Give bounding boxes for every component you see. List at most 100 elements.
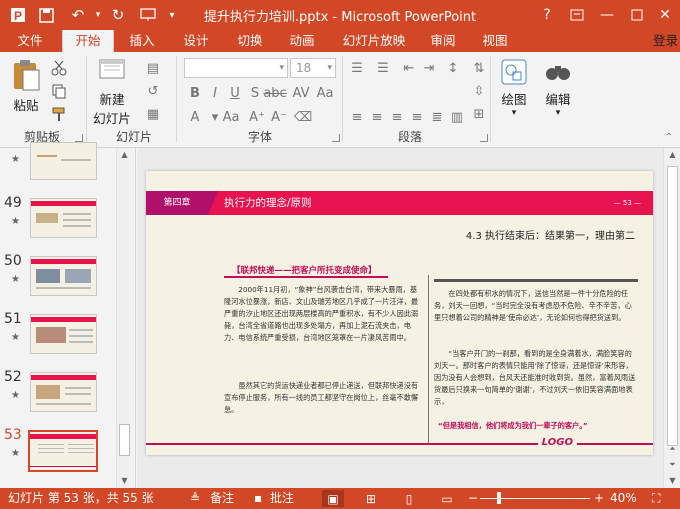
align-text-icon[interactable]: ⇳	[470, 82, 488, 100]
font-size-case-icon[interactable]: Aa	[222, 108, 240, 126]
editor-scrollbar[interactable]: ▲ ⏶ ⏷ ▼	[663, 148, 680, 488]
previous-slide-icon[interactable]: ⏶	[665, 442, 680, 456]
scroll-up-icon[interactable]: ▲	[117, 148, 132, 162]
distributed-icon[interactable]: ≣	[428, 108, 446, 126]
slide-thumbnail-53[interactable]	[28, 430, 98, 472]
tab-view[interactable]: 视图	[472, 30, 518, 52]
align-center-icon[interactable]: ≡	[368, 108, 386, 126]
drawing-label: 绘图	[501, 92, 527, 107]
right-paragraph-2: “当客户开门的一刹那，看到的是全身满着水，满脸笑容的刘天一。那时客户的表情只能用…	[434, 349, 636, 406]
zoom-level[interactable]: 40%	[610, 488, 637, 509]
cut-icon[interactable]	[50, 59, 68, 77]
smartart-icon[interactable]: ⊞	[470, 105, 488, 123]
right-highlight-quote: “但是我相信，他们将成为我们一辈子的客户。”	[438, 421, 588, 430]
zoom-out-icon[interactable]: −	[468, 488, 478, 509]
increase-indent-icon[interactable]: ⇥	[420, 59, 438, 77]
editing-button[interactable]: 编辑 ▾	[538, 58, 578, 118]
tab-home[interactable]: 开始	[62, 30, 114, 52]
ribbon-display-options-icon[interactable]	[564, 4, 590, 26]
slide-thumbnail-48[interactable]	[30, 142, 97, 180]
right-paragraph-1: 在四处都有积水的情况下，送信当然是一件十分危险的任务，刘天一回想，“当时完全没有…	[434, 289, 632, 322]
restore-icon[interactable]	[624, 4, 650, 26]
comments-button[interactable]: 批注	[270, 488, 294, 509]
scrollbar-thumb[interactable]	[119, 424, 130, 456]
paste-button[interactable]: 粘贴	[8, 58, 44, 114]
slide-thumbnail-50[interactable]	[30, 256, 97, 296]
slide-thumbnail-51[interactable]	[30, 314, 97, 354]
tab-slideshow[interactable]: 幻灯片放映	[334, 30, 414, 52]
clear-formatting-icon[interactable]: ⌫	[294, 108, 312, 126]
scroll-down-icon[interactable]: ▼	[117, 474, 132, 488]
scrollbar-thumb[interactable]	[667, 166, 678, 446]
slideshow-view-icon[interactable]: ▭	[436, 490, 458, 507]
login-link[interactable]: 登录	[653, 30, 678, 52]
shrink-font-icon[interactable]: A⁻	[270, 108, 288, 126]
underline-icon[interactable]: U	[226, 84, 244, 102]
slide-sorter-icon[interactable]: ⊞	[360, 490, 382, 507]
paragraph-launcher-icon[interactable]	[480, 134, 488, 142]
shadow-icon[interactable]: S	[246, 84, 264, 102]
bullets-icon[interactable]: ☰	[348, 59, 366, 77]
notes-button[interactable]: 备注	[210, 488, 234, 509]
chapter-notch	[208, 191, 218, 215]
reading-view-icon[interactable]: ▯	[398, 490, 420, 507]
tab-design[interactable]: 设计	[172, 30, 220, 52]
copy-icon[interactable]	[50, 82, 68, 100]
normal-view-icon[interactable]: ▣	[322, 490, 344, 507]
align-right-icon[interactable]: ≡	[388, 108, 406, 126]
strikethrough-icon[interactable]: abc	[263, 84, 286, 102]
tab-file[interactable]: 文件	[0, 30, 60, 52]
scroll-up-icon[interactable]: ▲	[665, 148, 680, 162]
help-button[interactable]: ?	[534, 4, 560, 26]
columns-icon[interactable]: ▥	[448, 108, 466, 126]
text-direction-icon[interactable]: ⇅	[470, 59, 488, 77]
notes-icon[interactable]: ≜	[190, 488, 200, 509]
drawing-button[interactable]: 绘图 ▾	[494, 58, 534, 118]
font-launcher-icon[interactable]	[332, 134, 340, 142]
close-button[interactable]: ✕	[652, 4, 678, 26]
change-case-icon[interactable]: Aa	[316, 84, 334, 102]
slide-canvas[interactable]: 第四章 执行力的理念/原则 — 53 — 4.3 执行结束后：结果第一，理由第二…	[146, 171, 653, 455]
right-column-rule	[434, 279, 638, 282]
zoom-in-icon[interactable]: +	[594, 488, 604, 509]
italic-icon[interactable]: I	[206, 84, 224, 102]
save-icon[interactable]	[34, 4, 58, 26]
tab-transitions[interactable]: 切换	[226, 30, 274, 52]
fit-slide-icon[interactable]: ⛶	[652, 488, 660, 509]
bold-icon[interactable]: B	[186, 84, 204, 102]
numbering-icon[interactable]: ☰	[374, 59, 392, 77]
tab-review[interactable]: 审阅	[420, 30, 466, 52]
reset-icon[interactable]: ↺	[144, 82, 162, 100]
justify-icon[interactable]: ≡	[408, 108, 426, 126]
tab-insert[interactable]: 插入	[118, 30, 166, 52]
animation-star-icon: ★	[11, 216, 20, 227]
collapse-ribbon-icon[interactable]: ⌃	[660, 128, 678, 146]
next-slide-icon[interactable]: ⏷	[665, 458, 680, 472]
layout-icon[interactable]: ▤	[144, 59, 162, 77]
logo: LOGO	[537, 437, 577, 448]
format-painter-icon[interactable]	[50, 105, 68, 123]
redo-icon[interactable]: ↻	[106, 4, 130, 26]
minimize-button[interactable]: —	[594, 4, 620, 26]
new-slide-button[interactable]: 新建 幻灯片	[90, 58, 134, 127]
slide-thumbnail-49[interactable]	[30, 198, 97, 238]
font-family-combo[interactable]: ▾	[184, 58, 288, 78]
tab-animations[interactable]: 动画	[278, 30, 326, 52]
new-slide-icon	[90, 58, 134, 89]
slide-thumbnail-52[interactable]	[30, 372, 97, 412]
animation-star-icon: ★	[11, 154, 20, 165]
scroll-down-icon[interactable]: ▼	[665, 474, 680, 488]
char-spacing-icon[interactable]: AV	[292, 84, 310, 102]
thumbnail-scrollbar[interactable]: ▲ ▼	[116, 148, 131, 488]
font-size-combo[interactable]: 18 ▾	[290, 58, 336, 78]
line-spacing-icon[interactable]: ↕	[444, 59, 462, 77]
comments-icon[interactable]: ▪	[254, 488, 262, 509]
clipboard-launcher-icon[interactable]	[75, 134, 83, 142]
zoom-slider-knob[interactable]	[497, 492, 501, 504]
decrease-indent-icon[interactable]: ⇤	[400, 59, 418, 77]
font-color-icon[interactable]: A	[186, 108, 204, 126]
grow-font-icon[interactable]: A⁺	[248, 108, 266, 126]
align-left-icon[interactable]: ≡	[348, 108, 366, 126]
font-group-label: 字体	[247, 130, 272, 144]
section-icon[interactable]: ▦	[144, 105, 162, 123]
